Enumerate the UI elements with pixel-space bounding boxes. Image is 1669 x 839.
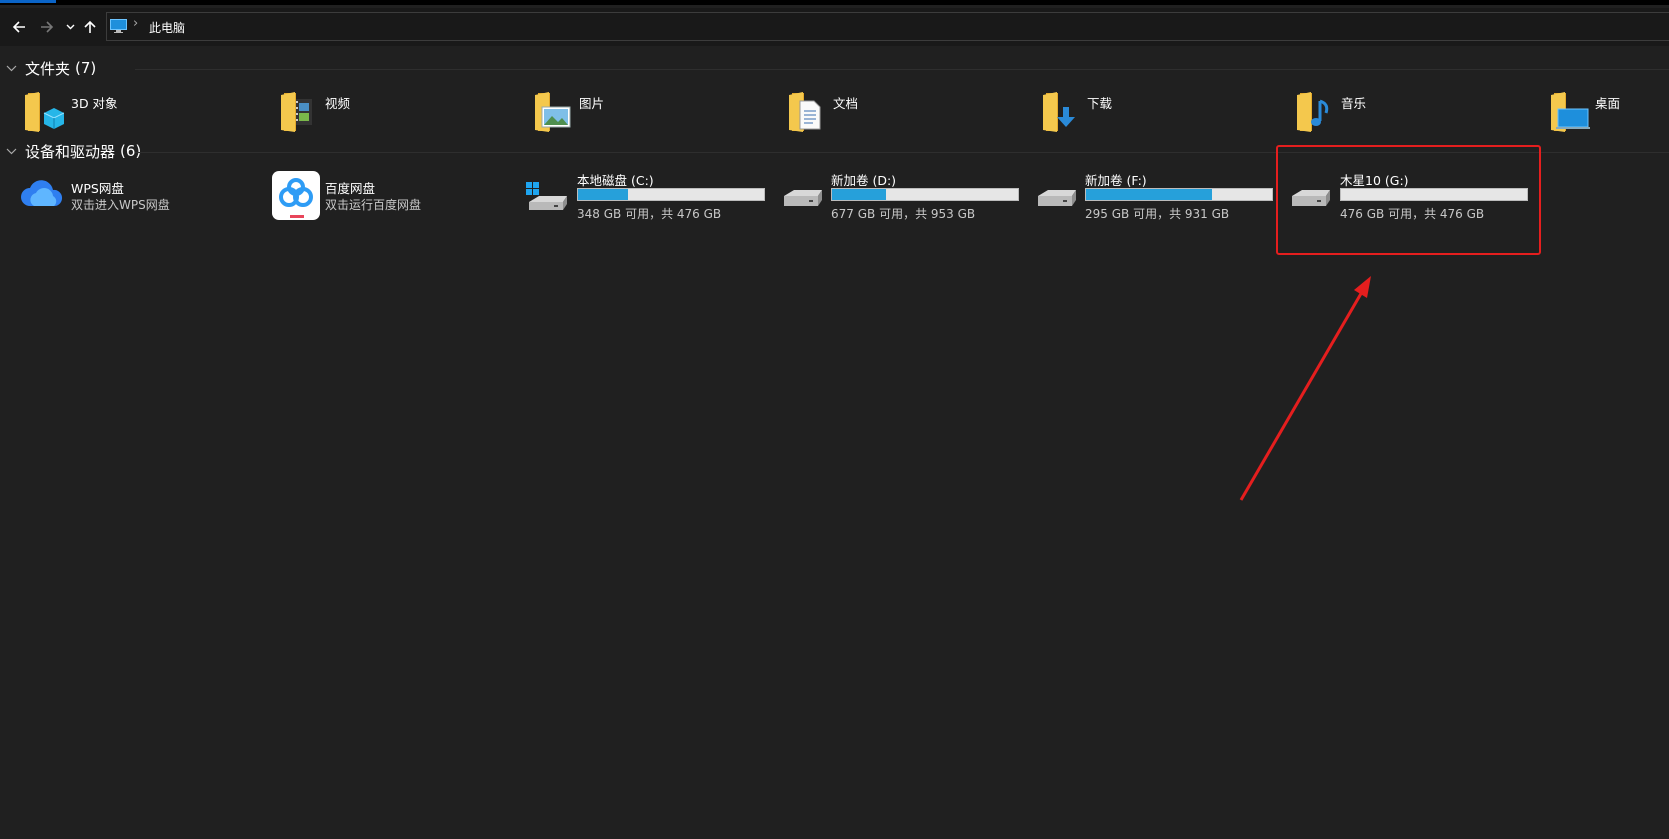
folder-name: 音乐: [1341, 96, 1367, 111]
folder-music[interactable]: 音乐: [1290, 87, 1540, 143]
folders-group-count: (7): [75, 59, 97, 77]
folders-group-title: 文件夹: [25, 59, 71, 78]
hard-drive-icon: [1038, 190, 1076, 206]
chevron-down-icon: [66, 24, 74, 30]
drive-c[interactable]: 本地磁盘 (C:) 348 GB 可用，共 476 GB: [526, 170, 776, 226]
3d-objects-folder-icon: [25, 92, 64, 132]
folder-downloads[interactable]: 下载: [1036, 87, 1286, 143]
folder-name: 3D 对象: [71, 96, 118, 111]
drive-usage-fill: [1086, 189, 1213, 200]
drive-usage-bar: [1085, 188, 1273, 201]
folder-documents[interactable]: 文档: [782, 87, 1032, 143]
breadcrumb-separator: ›: [133, 16, 139, 31]
drive-capacity: 677 GB 可用，共 953 GB: [831, 207, 976, 221]
drive-f[interactable]: 新加卷 (F:) 295 GB 可用，共 931 GB: [1034, 170, 1284, 226]
folder-pictures[interactable]: 图片: [528, 87, 778, 143]
drive-usage-bar: [831, 188, 1019, 201]
folders-group-header[interactable]: 文件夹 (7): [6, 56, 96, 80]
folder-name: 视频: [325, 96, 351, 111]
folder-name: 下载: [1087, 96, 1113, 111]
wps-cloud-icon: [21, 180, 63, 206]
arrow-right-icon: [41, 21, 54, 33]
window-accent: [0, 0, 56, 3]
drive-usage-fill: [832, 189, 886, 200]
navigation-bar: › 此电脑: [0, 8, 1669, 46]
arrow-left-icon: [12, 21, 25, 33]
title-strip: [0, 0, 1669, 5]
device-name: 百度网盘: [325, 181, 376, 196]
folder-name: 文档: [833, 96, 859, 111]
this-pc-icon: [110, 19, 127, 33]
address-bar[interactable]: › 此电脑: [106, 12, 1669, 41]
drive-name: 新加卷 (F:): [1085, 173, 1147, 188]
devices-group-title: 设备和驱动器: [25, 142, 116, 161]
breadcrumb-this-pc[interactable]: 此电脑: [149, 19, 185, 36]
up-button[interactable]: [80, 8, 100, 46]
chevron-down-icon: [6, 65, 20, 72]
device-description: 双击进入WPS网盘: [71, 198, 170, 212]
recent-locations-button[interactable]: [62, 8, 78, 46]
drive-name: 本地磁盘 (C:): [577, 173, 654, 188]
pictures-folder-icon: [535, 92, 571, 132]
device-baidu-netdisk[interactable]: 百度网盘 双击运行百度网盘: [272, 170, 522, 226]
videos-folder-icon: [281, 92, 312, 132]
device-description: 双击运行百度网盘: [325, 198, 422, 212]
folder-name: 图片: [579, 96, 605, 111]
group-divider: [135, 69, 1669, 70]
device-name: WPS网盘: [71, 181, 124, 196]
drive-capacity: 295 GB 可用，共 931 GB: [1085, 207, 1230, 221]
hard-drive-icon: [784, 190, 822, 206]
chevron-down-icon: [6, 148, 20, 155]
folder-name: 桌面: [1595, 96, 1621, 111]
back-button[interactable]: [6, 8, 32, 46]
drive-usage-fill: [578, 189, 629, 200]
folder-desktop[interactable]: 桌面: [1544, 87, 1669, 143]
drive-name: 新加卷 (D:): [831, 173, 897, 188]
folder-3d-objects[interactable]: 3D 对象: [20, 87, 270, 143]
folder-videos[interactable]: 视频: [274, 87, 524, 143]
forward-button[interactable]: [34, 8, 60, 46]
device-wps-cloud[interactable]: WPS网盘 双击进入WPS网盘: [20, 170, 270, 226]
annotation-highlight-box: [1276, 145, 1541, 255]
desktop-folder-icon: [1551, 92, 1590, 132]
documents-folder-icon: [789, 92, 821, 132]
arrow-up-icon: [84, 20, 96, 33]
drive-capacity: 348 GB 可用，共 476 GB: [577, 207, 722, 221]
drive-usage-bar: [577, 188, 765, 201]
downloads-folder-icon: [1043, 92, 1075, 132]
devices-group-header[interactable]: 设备和驱动器 (6): [6, 139, 141, 163]
devices-group-count: (6): [120, 142, 142, 160]
music-folder-icon: [1297, 92, 1329, 132]
drive-d[interactable]: 新加卷 (D:) 677 GB 可用，共 953 GB: [780, 170, 1030, 226]
baidu-netdisk-icon: [272, 171, 320, 220]
windows-drive-icon: [526, 182, 567, 210]
